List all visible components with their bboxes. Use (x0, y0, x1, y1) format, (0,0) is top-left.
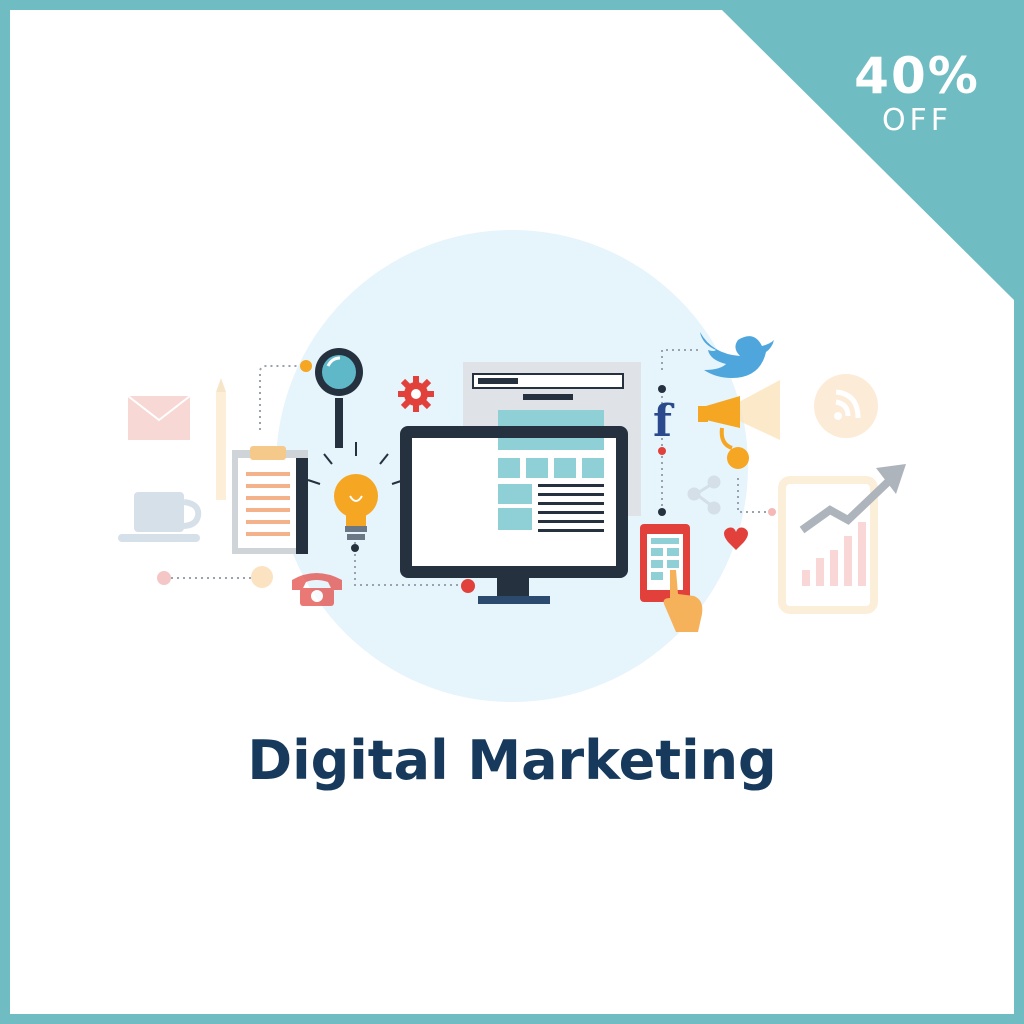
rss-icon (814, 374, 878, 438)
connector-dot (658, 447, 666, 455)
discount-off-label: OFF (881, 103, 953, 138)
twitter-bird-icon (700, 332, 774, 378)
product-title: Digital Marketing (247, 729, 777, 792)
connector-dot (461, 579, 475, 593)
connector-dot (300, 360, 312, 372)
monitor-icon (400, 426, 628, 604)
connector-dot (658, 385, 666, 393)
discount-percent: 40% (854, 47, 980, 105)
connector-dot (251, 566, 273, 588)
facebook-icon: f (653, 396, 675, 447)
discount-badge: 40% OFF (822, 48, 1012, 138)
pencil-icon (216, 378, 226, 500)
connector-dot (157, 571, 171, 585)
coffee-cup-icon (118, 492, 202, 542)
clipboard-icon (232, 446, 308, 554)
growth-chart-icon (778, 464, 906, 614)
gear-icon (398, 376, 434, 412)
connector-dot (351, 544, 359, 552)
connector-dot (768, 508, 776, 516)
digital-marketing-illustration: f (118, 230, 906, 702)
product-card[interactable]: f 40% OFF Digital Marketing (10, 10, 1014, 1014)
connector-dot (658, 508, 666, 516)
envelope-icon (127, 395, 191, 440)
